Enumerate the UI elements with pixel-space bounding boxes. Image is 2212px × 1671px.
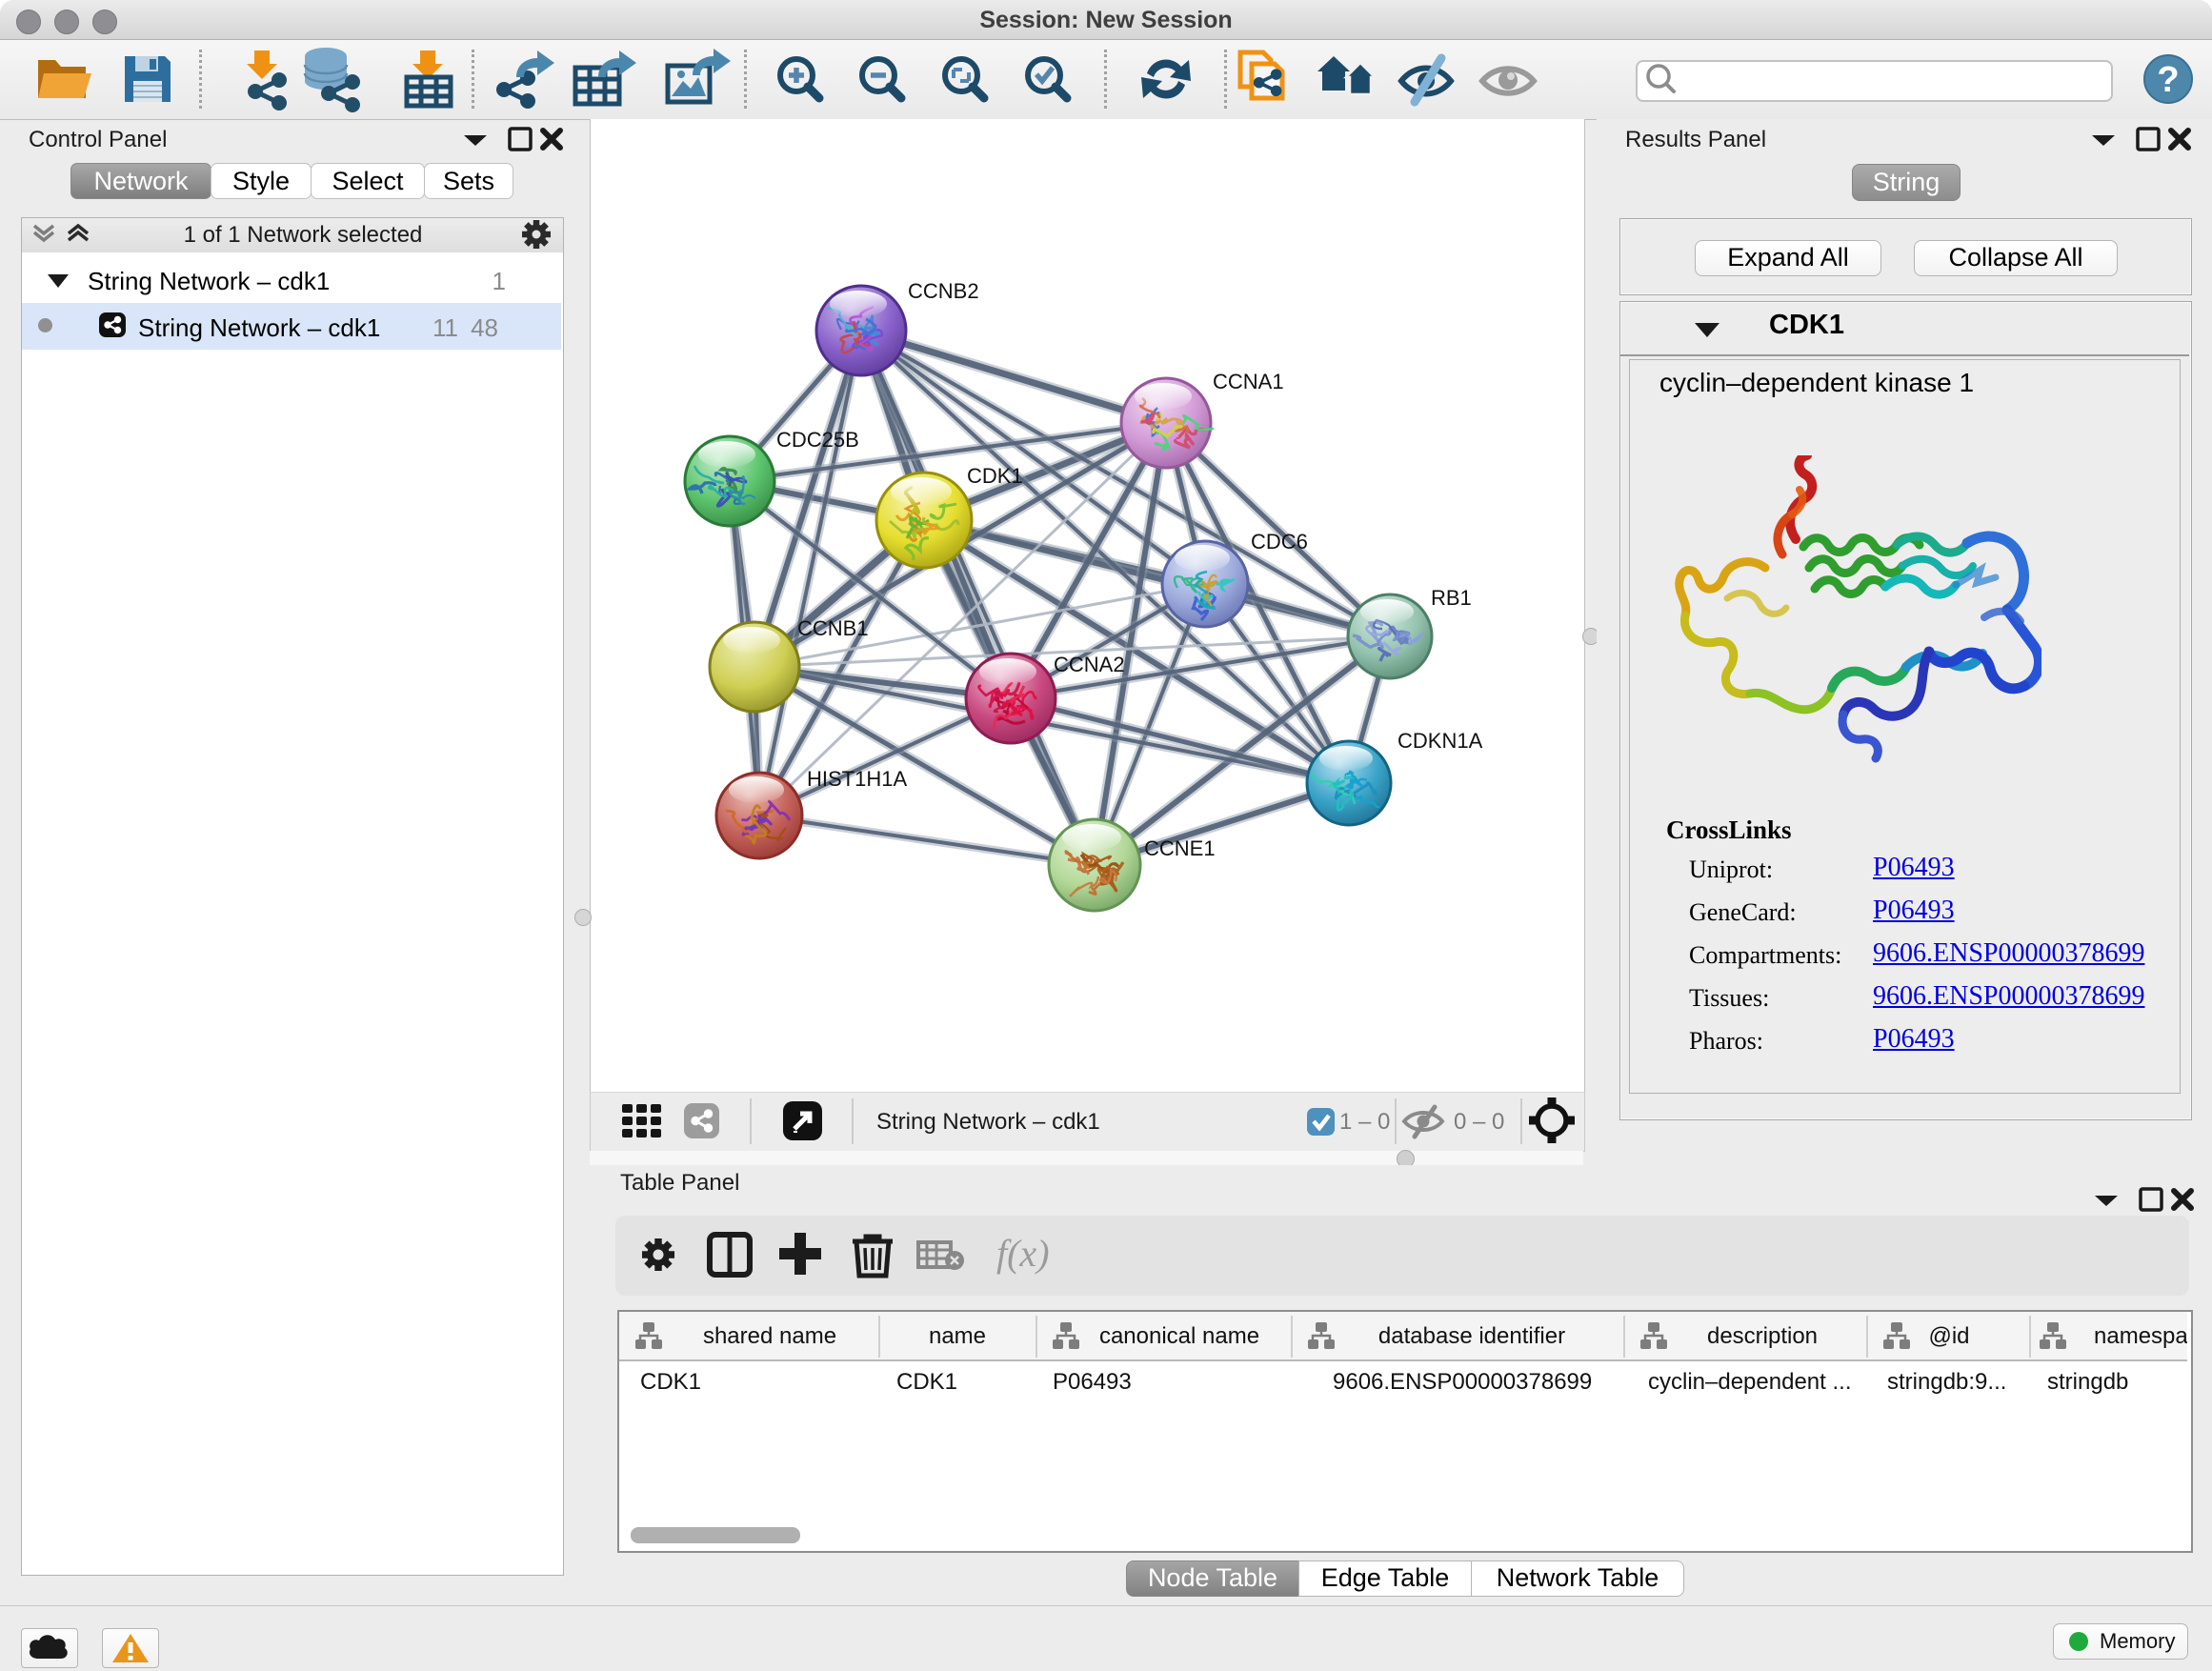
svg-text:CCNA1: CCNA1 <box>1213 370 1284 393</box>
svg-text:description: description <box>1707 1323 1818 1349</box>
svg-text:CDK1: CDK1 <box>896 1369 957 1395</box>
svg-text:CDC25B: CDC25B <box>776 428 859 452</box>
svg-text:cyclin–dependent ...: cyclin–dependent ... <box>1648 1369 1851 1395</box>
svg-text:CDC6: CDC6 <box>1251 530 1308 554</box>
svg-text:stringdb:9...: stringdb:9... <box>1887 1369 2006 1395</box>
svg-text:CDKN1A: CDKN1A <box>1398 729 1483 753</box>
svg-text:HIST1H1A: HIST1H1A <box>807 767 907 791</box>
svg-text:?: ? <box>2157 60 2179 100</box>
svg-text:CDK1: CDK1 <box>967 464 1023 488</box>
svg-text:1 of 1 Network selected: 1 of 1 Network selected <box>184 222 423 248</box>
svg-text:shared name: shared name <box>703 1323 836 1349</box>
svg-text:namespace: namespace <box>2094 1323 2187 1349</box>
svg-text:CCNB2: CCNB2 <box>908 279 979 303</box>
svg-text:f(x): f(x) <box>996 1232 1050 1275</box>
svg-text:9606.ENSP00000378699: 9606.ENSP00000378699 <box>1333 1369 1592 1395</box>
svg-text:name: name <box>929 1323 986 1349</box>
svg-text:CCNA2: CCNA2 <box>1054 653 1125 676</box>
svg-text:CCNB1: CCNB1 <box>797 616 869 640</box>
svg-text:stringdb: stringdb <box>2047 1369 2128 1395</box>
svg-text:0 – 0: 0 – 0 <box>1454 1109 1504 1135</box>
svg-text:CCNE1: CCNE1 <box>1144 836 1216 860</box>
svg-text:P06493: P06493 <box>1053 1369 1132 1395</box>
svg-text:CDK1: CDK1 <box>640 1369 701 1395</box>
svg-text:@id: @id <box>1928 1323 1969 1349</box>
svg-text:String Network – cdk1: String Network – cdk1 <box>876 1109 1100 1135</box>
svg-text:canonical name: canonical name <box>1099 1323 1259 1349</box>
svg-text:1 – 0: 1 – 0 <box>1339 1109 1390 1135</box>
svg-text:database identifier: database identifier <box>1378 1323 1565 1349</box>
svg-text:RB1: RB1 <box>1431 586 1472 610</box>
